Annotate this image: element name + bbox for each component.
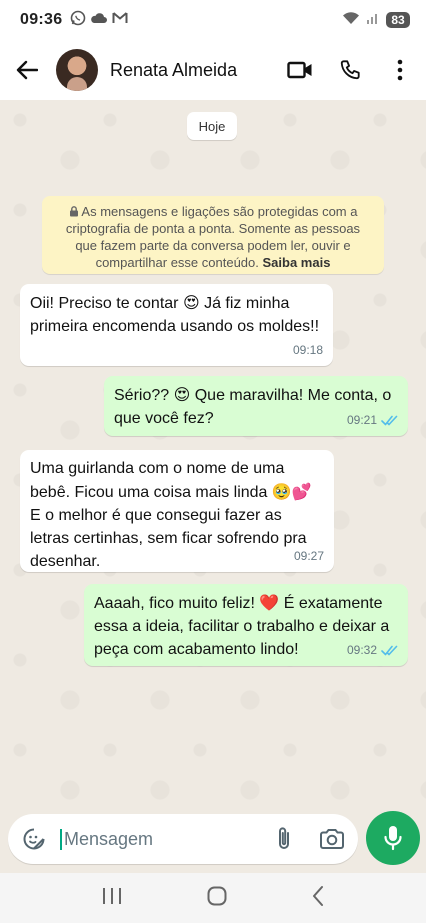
- mic-button[interactable]: [366, 811, 420, 865]
- gmail-icon: [112, 11, 128, 30]
- message-time-text: 09:18: [292, 343, 323, 357]
- message-text: Uma guirlanda com o nome de uma bebê. Fi…: [30, 460, 285, 501]
- more-options-icon[interactable]: [386, 56, 414, 84]
- learn-more-link[interactable]: Saiba mais: [263, 255, 331, 270]
- encryption-notice[interactable]: As mensagens e ligações são protegidas c…: [42, 196, 384, 274]
- cloud-icon: [90, 11, 108, 30]
- back-arrow-icon[interactable]: [14, 57, 40, 83]
- chat-area[interactable]: Hoje As mensagens e ligações são protegi…: [0, 100, 426, 810]
- avatar[interactable]: [56, 49, 98, 91]
- status-bar: 09:36 83: [0, 0, 426, 40]
- attach-icon[interactable]: [270, 825, 298, 853]
- camera-icon[interactable]: [318, 825, 346, 853]
- mic-icon: [384, 826, 402, 851]
- emoji: ❤️: [259, 593, 280, 612]
- message-incoming[interactable]: Uma guirlanda com o nome de uma bebê. Fi…: [20, 450, 334, 572]
- status-time: 09:36: [20, 11, 63, 28]
- wifi-icon: [342, 11, 360, 30]
- message-time: 09:27: [294, 545, 324, 568]
- message-outgoing[interactable]: Sério?? 😍 Que maravilha! Me conta, o que…: [104, 376, 408, 436]
- sticker-icon[interactable]: [20, 825, 48, 853]
- message-text: Sério??: [114, 387, 174, 404]
- message-input[interactable]: [60, 828, 250, 850]
- message-time: 09:21: [347, 409, 398, 432]
- phone-icon[interactable]: [336, 56, 364, 84]
- signal-icon: [366, 11, 380, 30]
- video-call-icon[interactable]: [286, 56, 314, 84]
- message-text: Aaaah, fico muito feliz!: [94, 595, 260, 612]
- header-actions: [286, 56, 414, 84]
- message-composer: [8, 814, 358, 864]
- message-text: E o melhor é que consegui fazer as letra…: [30, 507, 307, 570]
- message-time: 09:32: [347, 639, 398, 662]
- system-navbar: [0, 873, 426, 923]
- date-chip: Hoje: [187, 112, 237, 140]
- emoji: 😍: [182, 293, 200, 312]
- emoji: 😍: [173, 385, 191, 404]
- home-icon[interactable]: [206, 885, 228, 912]
- recents-icon[interactable]: [101, 886, 123, 911]
- read-ticks-icon: [381, 645, 398, 656]
- status-notification-icons: [70, 10, 128, 31]
- emoji: 🥹💕: [271, 482, 312, 501]
- message-time: 09:18: [293, 339, 323, 362]
- contact-name[interactable]: Renata Almeida: [110, 60, 237, 81]
- whatsapp-icon: [70, 10, 86, 31]
- message-time-text: 09:32: [346, 643, 377, 657]
- back-icon[interactable]: [311, 885, 325, 912]
- message-time-text: 09:27: [293, 549, 324, 563]
- message-time-text: 09:21: [346, 413, 377, 427]
- message-text: Oii! Preciso te contar: [30, 295, 183, 312]
- status-system-icons: 83: [342, 11, 410, 30]
- lock-icon: [69, 204, 82, 219]
- read-ticks-icon: [381, 415, 398, 426]
- battery-icon: 83: [386, 12, 410, 28]
- chat-header: Renata Almeida: [0, 40, 426, 100]
- message-outgoing[interactable]: Aaaah, fico muito feliz! ❤️ É exatamente…: [84, 584, 408, 666]
- message-incoming[interactable]: Oii! Preciso te contar 😍 Já fiz minha pr…: [20, 284, 333, 366]
